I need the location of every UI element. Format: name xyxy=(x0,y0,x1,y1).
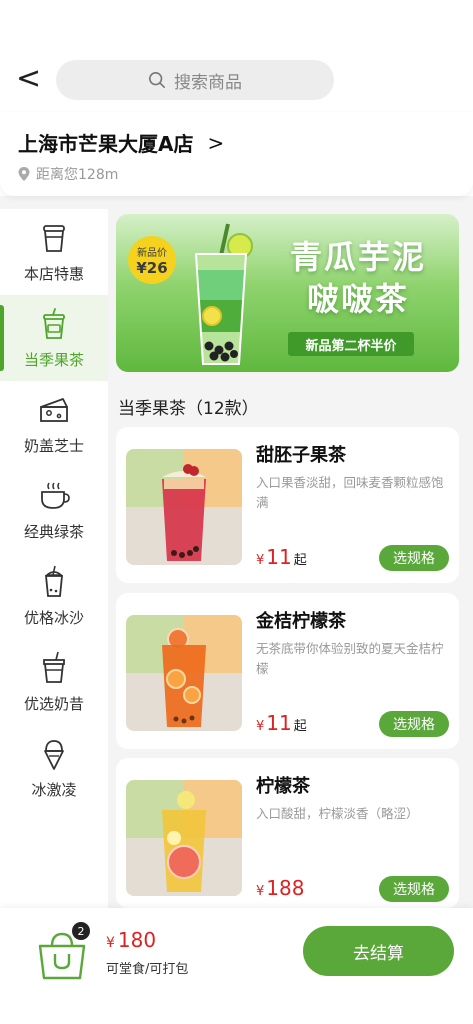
store-distance: 距离您128m xyxy=(18,164,118,184)
product-card[interactable]: 金桔柠檬茶 无茶底带你体验别致的夏天金桔柠檬 ¥ 11 起 选规格 xyxy=(116,593,459,749)
tea-mug-icon xyxy=(41,482,70,509)
cup-lid-icon xyxy=(43,224,65,252)
sidebar-item-label: 奶盖芝士 xyxy=(23,436,84,455)
sidebar-item-milkshake[interactable]: 优选奶昔 xyxy=(0,639,108,725)
checkout-button[interactable]: 去结算 xyxy=(303,926,454,976)
chevron-right-icon: > xyxy=(207,130,225,155)
banner-title-line1: 青瓜芋泥 xyxy=(289,238,426,276)
sidebar-item-classic-green-tea[interactable]: 经典绿茶 xyxy=(0,467,108,553)
location-pin-icon xyxy=(18,167,30,181)
milkshake-cup-icon xyxy=(43,651,65,683)
price-currency: ¥ xyxy=(256,719,265,734)
product-name: 金桔柠檬茶 xyxy=(256,611,346,632)
section-title: 当季果茶（12款） xyxy=(118,399,259,419)
price-value: 188 xyxy=(266,876,305,900)
product-description: 入口酸甜，柠檬淡香（略涩） xyxy=(256,806,419,821)
new-price-badge: 新品价 ¥26 xyxy=(128,236,176,284)
category-sidebar: 本店特惠 当季果茶 奶盖芝士 经典绿茶 优格冰沙 优选奶昔 冰激凌 xyxy=(0,209,108,909)
drink-illustration xyxy=(126,615,242,731)
sidebar-item-special-offers[interactable]: 本店特惠 xyxy=(0,209,108,295)
sidebar-item-cheese-foam[interactable]: 奶盖芝士 xyxy=(0,381,108,467)
drink-illustration xyxy=(126,780,242,896)
sidebar-item-ice-cream[interactable]: 冰激凌 xyxy=(0,725,108,811)
fruit-tea-cup-icon xyxy=(43,307,65,339)
price-currency: ¥ xyxy=(256,553,265,568)
cheese-icon xyxy=(40,397,68,422)
choose-spec-button[interactable]: 选规格 xyxy=(379,876,449,902)
cart-bar: 2 ¥ 180 可堂食/可打包 去结算 xyxy=(0,908,473,1024)
price-currency: ¥ xyxy=(256,884,265,899)
product-name: 柠檬茶 xyxy=(256,776,310,797)
product-price: ¥ 11 起 xyxy=(256,711,307,735)
store-card: 上海市芒果大厦A店 > 距离您128m xyxy=(0,112,473,196)
choose-spec-button[interactable]: 选规格 xyxy=(379,711,449,737)
price-suffix: 起 xyxy=(293,553,307,568)
search-input[interactable]: 搜索商品 xyxy=(56,60,334,100)
sidebar-item-seasonal-fruit-tea[interactable]: 当季果茶 xyxy=(0,295,108,381)
product-description: 无茶底带你体验别致的夏天金桔柠檬 xyxy=(256,641,444,676)
price-value: 11 xyxy=(266,711,292,735)
banner-title: 青瓜芋泥 啵啵茶 xyxy=(268,236,448,320)
sidebar-item-label: 本店特惠 xyxy=(23,264,84,283)
sidebar-item-label: 优格冰沙 xyxy=(23,608,84,627)
search-placeholder: 搜索商品 xyxy=(174,72,242,93)
cart-total: ¥ 180 xyxy=(106,928,156,952)
product-image xyxy=(126,780,242,896)
drink-illustration xyxy=(126,449,242,565)
cart-count-badge: 2 xyxy=(72,922,90,940)
smoothie-cup-icon xyxy=(44,565,64,597)
ice-cream-icon xyxy=(44,739,64,770)
distance-text: 距离您128m xyxy=(36,167,119,183)
product-price: ¥ 11 起 xyxy=(256,545,307,569)
product-card[interactable]: 柠檬茶 入口酸甜，柠檬淡香（略涩） ¥ 188 选规格 xyxy=(116,758,459,908)
price-suffix: 起 xyxy=(293,719,307,734)
sidebar-item-label: 优选奶昔 xyxy=(23,694,84,713)
product-image xyxy=(126,615,242,731)
choose-spec-button[interactable]: 选规格 xyxy=(379,545,449,571)
product-name: 甜胚子果茶 xyxy=(256,445,346,466)
store-selector[interactable]: 上海市芒果大厦A店 > xyxy=(18,128,224,157)
total-value: 180 xyxy=(117,928,157,952)
product-image xyxy=(126,449,242,565)
promo-banner[interactable]: 新品价 ¥26 青瓜芋泥 啵啵茶 新品第二杯半价 xyxy=(116,214,459,372)
sidebar-item-yogurt-smoothie[interactable]: 优格冰沙 xyxy=(0,553,108,639)
product-price: ¥ 188 xyxy=(256,876,304,900)
back-button[interactable]: < xyxy=(16,62,44,96)
sidebar-item-label: 当季果茶 xyxy=(23,350,84,369)
sidebar-item-label: 冰激凌 xyxy=(31,780,77,799)
total-currency: ¥ xyxy=(106,935,115,951)
product-description: 入口果香淡甜，回味麦香颗粒感饱满 xyxy=(256,475,444,510)
sidebar-item-label: 经典绿茶 xyxy=(23,522,84,541)
dine-option-text: 可堂食/可打包 xyxy=(106,962,189,977)
banner-title-line2: 啵啵茶 xyxy=(306,280,409,318)
banner-subtitle: 新品第二杯半价 xyxy=(288,332,414,356)
product-card[interactable]: 甜胚子果茶 入口果香淡甜，回味麦香颗粒感饱满 ¥ 11 起 选规格 xyxy=(116,427,459,583)
price-value: 11 xyxy=(266,545,292,569)
store-name: 上海市芒果大厦A店 xyxy=(18,132,194,156)
search-icon xyxy=(148,71,166,89)
green-drink-illustration xyxy=(194,223,253,365)
badge-price: ¥26 xyxy=(136,258,168,277)
badge-label: 新品价 xyxy=(137,247,167,259)
